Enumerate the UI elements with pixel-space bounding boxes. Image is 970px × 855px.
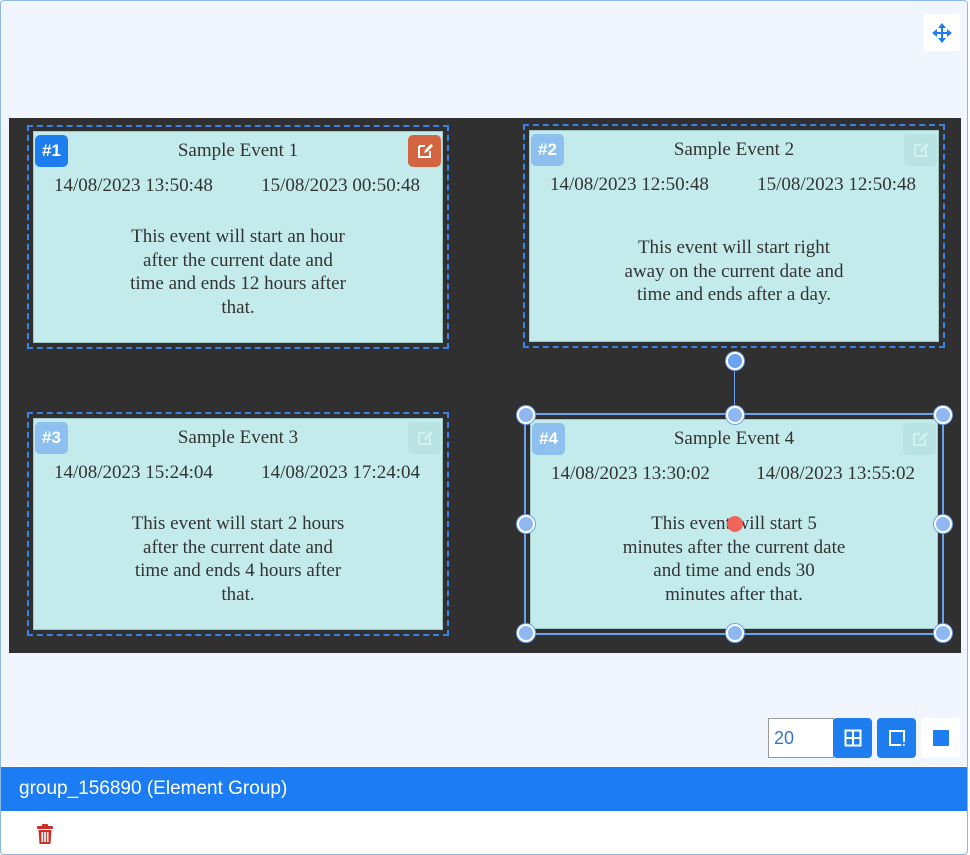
resize-handle-left[interactable]: [517, 515, 535, 533]
event-description: This event will start 2 hours after the …: [131, 513, 345, 605]
grid-icon: [844, 729, 861, 747]
event-end-date: 14/08/2023 13:55:02: [756, 463, 915, 484]
resize-handle-right[interactable]: [934, 515, 952, 533]
move-arrows-icon: [931, 22, 952, 43]
event-title: Sample Event 2: [673, 139, 795, 160]
edit-button[interactable]: [408, 135, 441, 167]
event-card[interactable]: #1 Sample Event 1 14/08/2023 13:50:48 15…: [33, 131, 443, 343]
event-description: This event will start an hour after the …: [130, 226, 346, 318]
editor-frame: #1 Sample Event 1 14/08/2023 13:50:48 15…: [0, 0, 968, 855]
resize-handle-top-right[interactable]: [934, 406, 952, 424]
event-title: Sample Event 3: [177, 427, 299, 448]
square-icon: [932, 730, 949, 746]
resize-handle-bottom[interactable]: [726, 624, 744, 642]
square-button[interactable]: [921, 718, 960, 758]
event-start-date: 14/08/2023 13:50:48: [54, 175, 213, 196]
resize-handle-bottom-left[interactable]: [517, 624, 535, 642]
snap-toggle-button[interactable]: [877, 718, 916, 758]
edit-icon: [417, 144, 433, 158]
resize-handle-top[interactable]: [726, 406, 744, 424]
edit-button[interactable]: [903, 423, 936, 455]
snap-frame-icon: [888, 730, 906, 747]
event-element-2[interactable]: #2 Sample Event 2 14/08/2023 12:50:48 15…: [523, 124, 945, 348]
event-element-3[interactable]: #3 Sample Event 3 14/08/2023 15:24:04 14…: [27, 412, 449, 636]
rotate-handle[interactable]: [726, 352, 744, 370]
event-element-1[interactable]: #1 Sample Event 1 14/08/2023 13:50:48 15…: [27, 125, 449, 349]
element-group-header[interactable]: group_156890 (Element Group): [1, 767, 967, 811]
edit-button[interactable]: [904, 134, 937, 166]
event-start-date: 14/08/2023 13:30:02: [551, 463, 710, 484]
trash-icon: [37, 823, 53, 844]
event-card[interactable]: #3 Sample Event 3 14/08/2023 15:24:04 14…: [33, 418, 443, 630]
event-canvas[interactable]: #1 Sample Event 1 14/08/2023 13:50:48 15…: [9, 118, 961, 653]
center-point[interactable]: [727, 516, 743, 532]
event-end-date: 15/08/2023 00:50:48: [261, 175, 420, 196]
event-start-date: 14/08/2023 12:50:48: [550, 174, 709, 195]
event-description: This event will start right away on the …: [624, 237, 844, 305]
edit-icon: [913, 143, 929, 157]
edit-icon: [912, 432, 928, 446]
event-end-date: 15/08/2023 12:50:48: [757, 174, 916, 195]
delete-button[interactable]: [34, 822, 56, 846]
event-start-date: 14/08/2023 15:24:04: [54, 462, 213, 483]
design-surface[interactable]: #1 Sample Event 1 14/08/2023 13:50:48 15…: [2, 2, 967, 766]
resize-handle-bottom-right[interactable]: [934, 624, 952, 642]
edit-icon: [417, 431, 433, 445]
event-title: Sample Event 1: [177, 140, 299, 161]
edit-button[interactable]: [408, 422, 441, 454]
grid-toggle-button[interactable]: [833, 718, 872, 758]
event-title: Sample Event 4: [673, 428, 795, 449]
move-button[interactable]: [923, 14, 960, 51]
resize-handle-top-left[interactable]: [517, 406, 535, 424]
event-card[interactable]: #2 Sample Event 2 14/08/2023 12:50:48 15…: [529, 130, 939, 342]
grid-size-input[interactable]: 20: [768, 718, 834, 758]
event-end-date: 14/08/2023 17:24:04: [261, 462, 420, 483]
